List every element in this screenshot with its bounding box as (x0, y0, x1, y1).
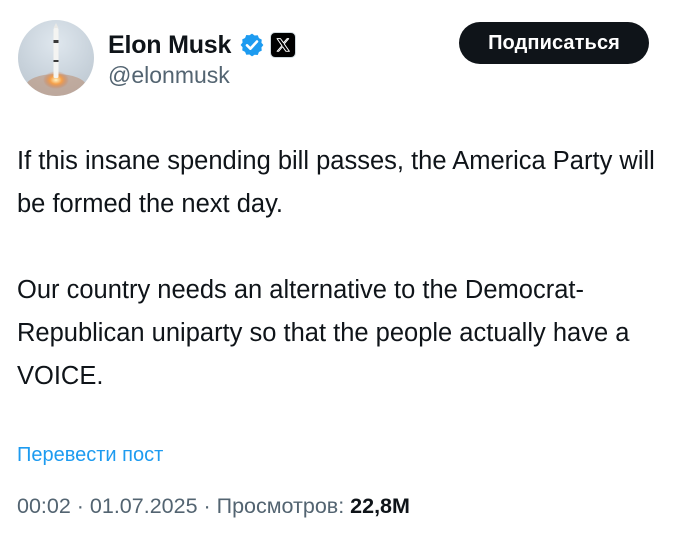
follow-button[interactable]: Подписаться (459, 22, 649, 64)
verified-badge-icon (240, 33, 264, 57)
tweet-paragraph: If this insane spending bill passes, the… (17, 147, 655, 218)
author-handle[interactable]: @elonmusk (108, 62, 230, 89)
avatar[interactable] (18, 20, 94, 96)
tweet-time[interactable]: 00:02 (17, 494, 71, 518)
meta-separator: · (70, 494, 90, 518)
tweet-date[interactable]: 01.07.2025 (90, 494, 198, 518)
tweet-paragraph: Our country needs an alternative to the … (17, 276, 630, 390)
meta-separator: · (197, 494, 217, 518)
rocket-launch-image (26, 23, 86, 96)
tweet-meta: 00:02 · 01.07.2025 · Просмотров: 22,8M (17, 494, 410, 519)
x-logo-glyph (276, 38, 291, 52)
tweet-text: If this insane spending bill passes, the… (17, 140, 657, 398)
author-name-row: Elon Musk (108, 28, 297, 62)
views-label: Просмотров: (216, 494, 351, 518)
views-count: 22,8M (350, 494, 410, 518)
author-display-name[interactable]: Elon Musk (108, 31, 231, 60)
translate-post-link[interactable]: Перевести пост (17, 444, 163, 467)
x-logo-icon[interactable] (270, 32, 297, 58)
